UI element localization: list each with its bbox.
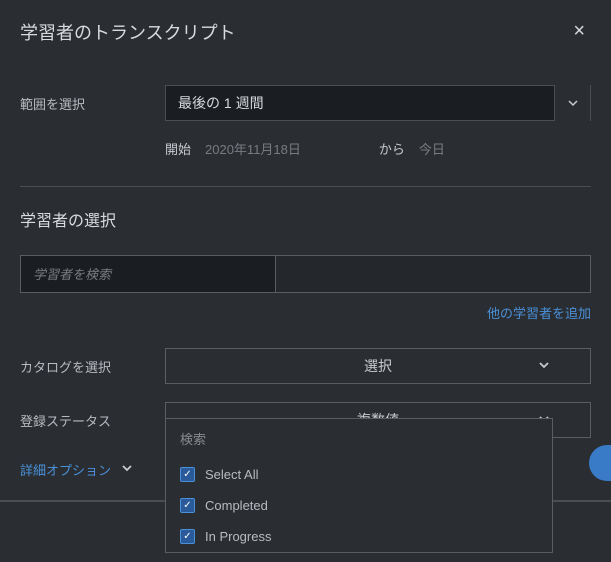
start-label: 開始	[165, 139, 191, 158]
modal-title: 学習者のトランスクリプト	[20, 19, 236, 45]
chevron-down-icon	[538, 359, 550, 374]
catalog-label: カタログを選択	[20, 357, 165, 376]
chevron-down-icon[interactable]	[121, 462, 133, 477]
add-learners-link[interactable]: 他の学習者を追加	[487, 306, 591, 321]
range-value: 最後の 1 週間	[178, 93, 554, 113]
end-date: 今日	[419, 139, 445, 158]
dropdown-item-in-progress[interactable]: ✓ In Progress	[166, 521, 552, 552]
checkbox-icon[interactable]: ✓	[180, 529, 195, 544]
dropdown-item-label: In Progress	[205, 529, 271, 544]
status-dropdown: 検索 ✓ Select All ✓ Completed ✓ In Progres…	[165, 418, 553, 553]
start-date: 2020年11月18日	[205, 139, 301, 158]
catalog-select[interactable]: 選択	[165, 348, 591, 384]
learner-search-results	[276, 256, 590, 292]
range-label: 範囲を選択	[20, 94, 165, 113]
close-icon[interactable]: ×	[567, 18, 591, 45]
dropdown-item-label: Completed	[205, 498, 268, 513]
dropdown-item-completed[interactable]: ✓ Completed	[166, 490, 552, 521]
learners-section-title: 学習者の選択	[20, 207, 591, 231]
dropdown-search[interactable]: 検索	[166, 419, 552, 459]
dropdown-item-select-all[interactable]: ✓ Select All	[166, 459, 552, 490]
status-label: 登録ステータス	[20, 411, 165, 430]
dropdown-item-label: Select All	[205, 467, 258, 482]
divider	[20, 186, 591, 187]
checkbox-icon[interactable]: ✓	[180, 498, 195, 513]
to-label: から	[379, 139, 405, 158]
catalog-value: 選択	[166, 356, 590, 376]
checkbox-icon[interactable]: ✓	[180, 467, 195, 482]
chevron-down-icon[interactable]	[554, 85, 590, 121]
learner-search-row	[20, 255, 591, 293]
range-select[interactable]: 最後の 1 週間	[165, 85, 591, 121]
learner-search-input[interactable]	[21, 256, 276, 292]
advanced-options-link[interactable]: 詳細オプション	[20, 460, 111, 479]
